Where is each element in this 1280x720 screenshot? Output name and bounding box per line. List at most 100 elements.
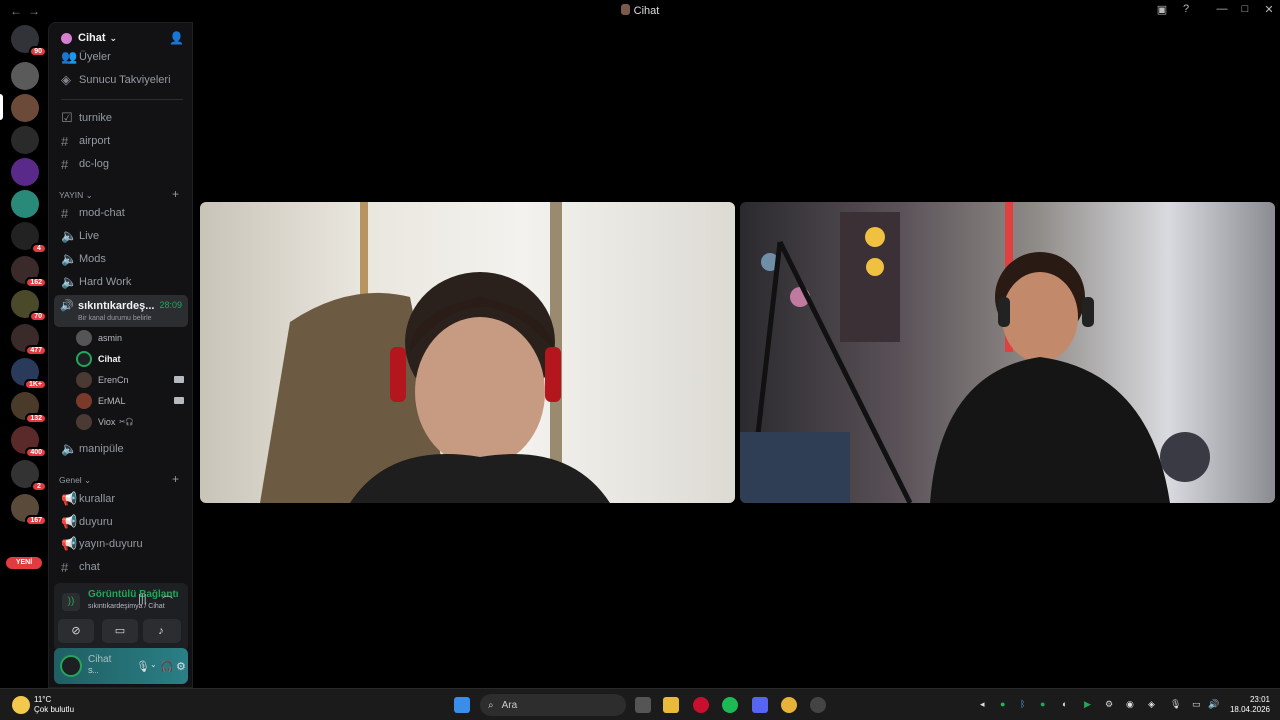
- channel-label: yayın-duyuru: [79, 538, 143, 550]
- server-folder-icon[interactable]: 132: [11, 392, 47, 424]
- channel-hard-work[interactable]: 🔈 Hard Work: [55, 272, 189, 292]
- bluetooth-icon[interactable]: ᛒ: [1020, 699, 1025, 709]
- discord-icon[interactable]: [752, 697, 768, 713]
- headphones-icon[interactable]: 🎧: [160, 660, 174, 673]
- taskbar-search[interactable]: ⌕ Ara: [480, 694, 626, 716]
- minimize-icon[interactable]: —: [1214, 3, 1230, 19]
- voice-user[interactable]: ErMAL: [76, 391, 188, 411]
- inbox-icon[interactable]: ▣: [1154, 3, 1170, 19]
- channel-chat[interactable]: # chat: [55, 557, 189, 577]
- server-icon[interactable]: [11, 158, 39, 186]
- channel-mod-chat[interactable]: # mod-chat: [55, 203, 189, 223]
- avatar[interactable]: [60, 655, 82, 677]
- speaker-icon: 🔊: [60, 300, 74, 312]
- server-icon[interactable]: [11, 126, 39, 154]
- server-icon[interactable]: [11, 62, 39, 90]
- soundboard-button[interactable]: ♪: [143, 619, 179, 643]
- channel-live[interactable]: 🔈 Live: [55, 226, 189, 246]
- voice-user[interactable]: asmin: [76, 328, 188, 348]
- avatar: [76, 372, 92, 388]
- mention-badge: 1K+: [23, 379, 47, 390]
- server-folder-icon[interactable]: 477: [11, 324, 47, 356]
- security-icon[interactable]: ◈: [1148, 699, 1155, 710]
- server-boosts-item[interactable]: ◈ Sunucu Takviyeleri: [55, 70, 189, 90]
- server-icon[interactable]: [11, 190, 39, 218]
- channel-manipule[interactable]: 🔈 manipüle: [55, 439, 189, 459]
- category-genel[interactable]: Genel ⌄: [59, 475, 91, 486]
- settings-gear-icon[interactable]: ⚙: [176, 660, 186, 673]
- hash-icon: #: [61, 205, 69, 221]
- mention-badge: 4: [31, 243, 47, 254]
- voice-user[interactable]: ErenCn: [76, 370, 188, 390]
- voice-user[interactable]: Cihat: [76, 349, 188, 369]
- server-icon[interactable]: [11, 94, 39, 122]
- channel-kurallar[interactable]: 📢 kurallar: [55, 489, 189, 509]
- username[interactable]: Cihat: [88, 654, 111, 665]
- home-discord-icon[interactable]: 90: [11, 25, 47, 57]
- voice-user[interactable]: Viox ✂🎧: [76, 412, 188, 432]
- microphone-icon[interactable]: 🎙: [136, 660, 150, 673]
- members-item[interactable]: 👥 Üyeler: [55, 47, 189, 67]
- active-voice-channel[interactable]: 🔊 sıkıntıkardeş... 28:09 Bir kanal durum…: [54, 295, 188, 327]
- microphone-icon[interactable]: 🎙: [1170, 699, 1181, 710]
- server-folder-icon[interactable]: 400: [11, 426, 47, 458]
- channel-duyuru[interactable]: 📢 duyuru: [55, 512, 189, 532]
- tray-app-icon[interactable]: ◉: [1126, 699, 1134, 710]
- tray-chevron-icon[interactable]: ◂: [980, 699, 985, 710]
- server-folder-icon[interactable]: 1K+: [11, 358, 47, 390]
- channel-dc-log[interactable]: # dc-log: [55, 154, 189, 174]
- disconnect-icon[interactable]: ⌒: [162, 593, 173, 609]
- tray-app-icon[interactable]: ▶: [1084, 699, 1091, 710]
- add-channel-icon[interactable]: +: [172, 187, 179, 201]
- category-label: YAYIN: [59, 190, 84, 200]
- channel-turnike[interactable]: ☑ turnike: [55, 108, 189, 128]
- signal-icon[interactable]: )): [62, 593, 80, 611]
- add-channel-icon[interactable]: +: [172, 472, 179, 486]
- spotify-icon[interactable]: [722, 697, 738, 713]
- new-badge[interactable]: YENİ: [6, 557, 42, 569]
- task-view-icon[interactable]: [635, 697, 651, 713]
- mention-badge: 477: [25, 345, 47, 356]
- clock[interactable]: 23:01 18.04.2026: [1230, 695, 1270, 715]
- server-folder-icon[interactable]: 167: [11, 494, 47, 526]
- channel-yayin-duyuru[interactable]: 📢 yayın-duyuru: [55, 534, 189, 554]
- maximize-icon[interactable]: □: [1237, 3, 1253, 19]
- video-tile[interactable]: [740, 202, 1275, 503]
- connection-channel[interactable]: sıkıntıkardeşimya / Cihat: [88, 603, 165, 610]
- volume-icon[interactable]: 🔊: [1208, 699, 1219, 710]
- app-icon[interactable]: [810, 697, 826, 713]
- opera-gx-icon[interactable]: [693, 697, 709, 713]
- chrome-icon[interactable]: [781, 697, 797, 713]
- help-icon[interactable]: ?: [1178, 3, 1194, 19]
- tray-app-icon[interactable]: ●: [1040, 699, 1045, 709]
- hash-icon: #: [61, 156, 69, 172]
- spotify-tray-icon[interactable]: ●: [1000, 699, 1005, 709]
- camera-off-button[interactable]: ⊘: [58, 619, 94, 643]
- steam-icon[interactable]: ⚙: [1105, 699, 1113, 710]
- server-icon[interactable]: 4: [11, 222, 47, 254]
- window-title: Cihat: [0, 4, 1280, 17]
- file-explorer-icon[interactable]: [663, 697, 679, 713]
- channel-mods[interactable]: 🔈 Mods: [55, 249, 189, 269]
- user-status: S...: [88, 668, 99, 675]
- chevron-down-icon[interactable]: ⌄: [150, 660, 157, 669]
- server-folder-icon[interactable]: 70: [11, 290, 47, 322]
- channel-airport[interactable]: # airport: [55, 131, 189, 151]
- channel-status[interactable]: Bir kanal durumu belirle: [78, 315, 152, 322]
- screen-share-icon: ▭: [114, 625, 126, 637]
- server-folder-icon[interactable]: 2: [11, 460, 47, 492]
- category-yayin[interactable]: YAYIN ⌄: [59, 190, 93, 201]
- server-folder-icon[interactable]: 162: [11, 256, 47, 288]
- close-icon[interactable]: ✕: [1261, 3, 1277, 19]
- monitor-icon[interactable]: ▭: [1192, 699, 1201, 710]
- video-tile[interactable]: [200, 202, 735, 503]
- channel-label: dc-log: [79, 158, 109, 170]
- noise-suppression-icon[interactable]: |||: [138, 593, 147, 605]
- start-windows-icon[interactable]: [454, 697, 470, 713]
- taskbar: 11°C Çok bulutlu ⌕ Ara ◂ ● ᛒ ● ◐ ▶ ⚙ ◉ ◈ 🎙…: [0, 688, 1280, 720]
- tray-app-icon[interactable]: ◐: [1062, 699, 1067, 709]
- screen-share-button[interactable]: ▭: [102, 619, 138, 643]
- avatar: [76, 351, 92, 367]
- add-user-icon[interactable]: 👤: [169, 31, 184, 45]
- weather-widget[interactable]: 11°C Çok bulutlu: [12, 695, 74, 715]
